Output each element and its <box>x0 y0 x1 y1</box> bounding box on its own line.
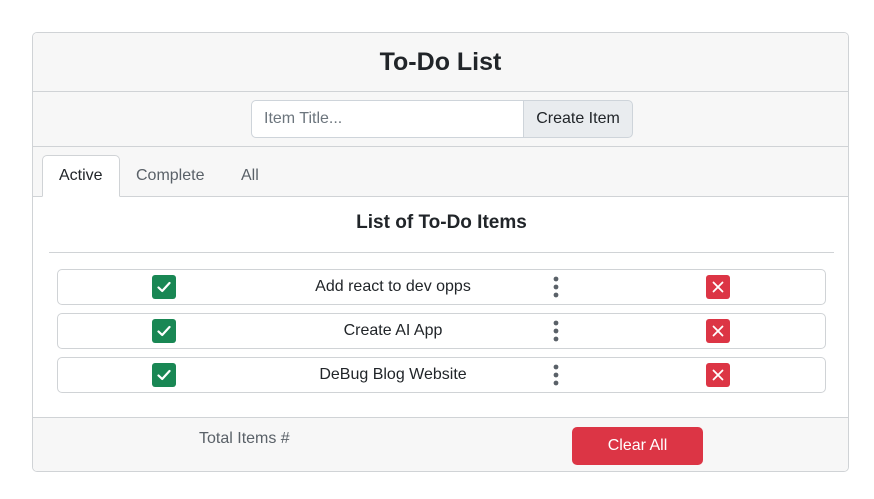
list-item: Create AI App <box>57 313 826 349</box>
todo-card: To-Do List Create Item Active Complete A… <box>32 32 849 472</box>
check-square-icon[interactable] <box>152 275 176 299</box>
tab-active[interactable]: Active <box>42 155 120 197</box>
card-footer: Total Items # Clear All <box>33 417 848 471</box>
new-item-bar: Create Item <box>33 92 848 147</box>
item-title: Create AI App <box>343 322 443 339</box>
x-square-icon[interactable] <box>706 363 730 387</box>
total-items-label: Total Items # <box>199 430 290 447</box>
item-title: Add react to dev opps <box>315 278 471 295</box>
clear-all-button[interactable]: Clear All <box>572 427 703 465</box>
list-divider <box>49 252 834 253</box>
app-title: To-Do List <box>379 47 502 76</box>
tab-complete[interactable]: Complete <box>120 155 220 197</box>
x-square-icon[interactable] <box>706 275 730 299</box>
x-square-icon[interactable] <box>706 319 730 343</box>
vertical-ellipsis-icon[interactable] <box>546 320 566 342</box>
vertical-ellipsis-icon[interactable] <box>546 276 566 298</box>
list-heading: List of To-Do Items <box>356 212 527 233</box>
vertical-ellipsis-icon[interactable] <box>546 364 566 386</box>
check-square-icon[interactable] <box>152 319 176 343</box>
list-item: Add react to dev opps <box>57 269 826 305</box>
create-item-button[interactable]: Create Item <box>523 100 633 138</box>
tab-all[interactable]: All <box>225 155 275 197</box>
item-title-input[interactable] <box>251 100 523 138</box>
filter-tabs: Active Complete All <box>33 147 848 197</box>
card-header: To-Do List <box>33 33 848 92</box>
new-item-input-group: Create Item <box>251 100 633 138</box>
list-item: DeBug Blog Website <box>57 357 826 393</box>
check-square-icon[interactable] <box>152 363 176 387</box>
item-title: DeBug Blog Website <box>319 366 467 383</box>
